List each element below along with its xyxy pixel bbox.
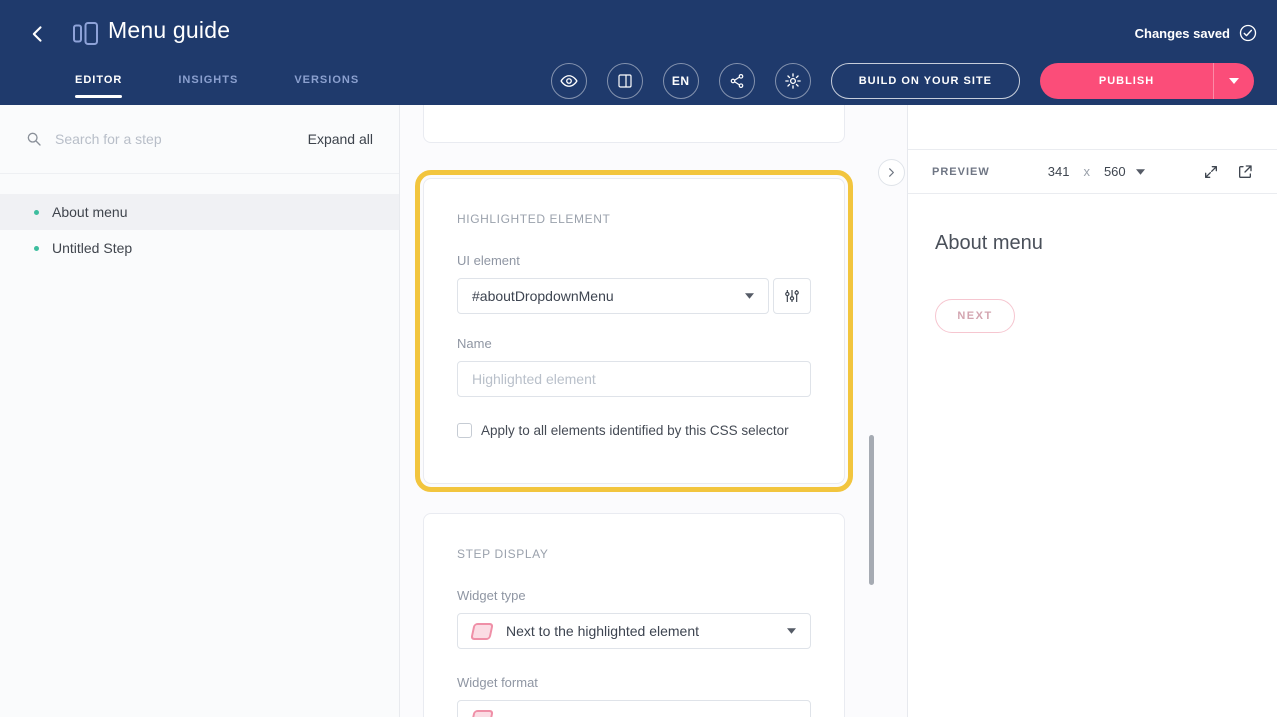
search-input[interactable] [55, 131, 308, 147]
sliders-icon [784, 288, 800, 304]
publish-dropdown-button[interactable] [1213, 63, 1254, 99]
publish-button[interactable]: PUBLISH [1040, 63, 1213, 99]
preview-panel: PREVIEW 341 x 560 [907, 105, 1277, 717]
chevron-down-icon [1229, 78, 1239, 84]
section-title: HIGHLIGHTED ELEMENT [457, 212, 811, 226]
preview-next-button[interactable]: NEXT [935, 299, 1015, 333]
ui-element-row: #aboutDropdownMenu [457, 278, 811, 314]
previous-settings-card [423, 105, 845, 143]
chevron-left-icon [28, 24, 48, 44]
viewport-width: 341 [1048, 164, 1070, 179]
widget-tooltip-icon [470, 623, 494, 640]
step-item-label: About menu [52, 204, 128, 220]
scrollbar-thumb[interactable] [869, 435, 874, 585]
language-label: EN [672, 74, 690, 88]
widget-type-label: Widget type [457, 588, 811, 603]
name-label: Name [457, 336, 811, 351]
gear-icon [784, 72, 802, 90]
tab-insights[interactable]: INSIGHTS [178, 74, 238, 86]
changes-saved-label: Changes saved [1135, 26, 1230, 41]
step-item-label: Untitled Step [52, 240, 132, 256]
header-tabs: EDITOR INSIGHTS VERSIONS [75, 74, 359, 86]
widget-type-value: Next to the highlighted element [506, 623, 773, 639]
apply-all-checkbox[interactable] [457, 423, 472, 438]
search-icon [26, 131, 42, 147]
tab-editor[interactable]: EDITOR [75, 74, 122, 86]
steps-list: About menu Untitled Step [0, 174, 399, 266]
layout-panel-icon [617, 73, 633, 89]
open-in-new-icon [1237, 164, 1253, 180]
guide-type-icon [72, 21, 99, 51]
ui-element-label: UI element [457, 253, 811, 268]
open-in-new-button[interactable] [1237, 164, 1253, 180]
step-item-untitled-step[interactable]: Untitled Step [0, 230, 399, 266]
apply-all-checkbox-row: Apply to all elements identified by this… [457, 423, 811, 438]
highlighted-element-card: HIGHLIGHTED ELEMENT UI element #aboutDro… [423, 178, 845, 484]
apply-all-label: Apply to all elements identified by this… [481, 423, 789, 438]
chevron-right-icon [886, 167, 897, 178]
ui-element-select[interactable]: #aboutDropdownMenu [457, 278, 769, 314]
chevron-down-icon [1136, 169, 1145, 175]
app-screen: Menu guide Changes saved EDITOR INSIGHTS… [0, 0, 1277, 717]
header-actions: EN BUILD ON YOUR SITE PUBLISH [551, 63, 1254, 99]
top-header: Menu guide Changes saved EDITOR INSIGHTS… [0, 0, 1277, 105]
editor-main: HIGHLIGHTED ELEMENT UI element #aboutDro… [401, 105, 907, 717]
preview-panel-title: PREVIEW [932, 166, 990, 178]
step-bullet-icon [34, 246, 39, 251]
widget-format-icon [470, 710, 494, 717]
fullscreen-button[interactable] [1203, 164, 1219, 180]
widget-format-label: Widget format [457, 675, 811, 690]
chevron-down-icon [787, 628, 796, 634]
preview-eye-button[interactable] [551, 63, 587, 99]
viewport-height: 560 [1104, 164, 1126, 179]
sidebar-search-row: Expand all [0, 105, 399, 174]
widget-type-select[interactable]: Next to the highlighted element [457, 613, 811, 649]
selector-settings-button[interactable] [773, 278, 811, 314]
eye-icon [560, 72, 578, 90]
widget-format-select[interactable] [457, 700, 811, 717]
step-display-card: STEP DISPLAY Widget type Next to the hig… [423, 513, 845, 717]
layout-button[interactable] [607, 63, 643, 99]
publish-button-group: PUBLISH [1040, 63, 1254, 99]
expand-icon [1203, 164, 1219, 180]
viewport-size-dropdown[interactable]: 341 x 560 [1048, 164, 1145, 179]
check-circle-icon [1239, 24, 1257, 42]
chevron-down-icon [745, 293, 754, 299]
changes-saved-status: Changes saved [1135, 24, 1257, 42]
preview-content: About menu NEXT [908, 194, 1277, 371]
settings-button[interactable] [775, 63, 811, 99]
page-title: Menu guide [108, 17, 230, 44]
element-name-input[interactable] [457, 361, 811, 397]
collapse-panel-button[interactable] [878, 159, 905, 186]
preview-tools [1203, 164, 1253, 180]
steps-sidebar: Expand all About menu Untitled Step [0, 105, 400, 717]
back-button[interactable] [24, 20, 52, 48]
step-item-about-menu[interactable]: About menu [0, 194, 399, 230]
step-bullet-icon [34, 210, 39, 215]
preview-step-title: About menu [935, 232, 1250, 255]
build-on-your-site-button[interactable]: BUILD ON YOUR SITE [831, 63, 1020, 99]
preview-header: PREVIEW 341 x 560 [908, 149, 1277, 194]
ui-element-value: #aboutDropdownMenu [472, 288, 745, 304]
viewport-size-separator: x [1083, 164, 1090, 179]
tab-versions[interactable]: VERSIONS [294, 74, 359, 86]
section-title: STEP DISPLAY [457, 547, 811, 561]
share-icon [729, 73, 745, 89]
language-button[interactable]: EN [663, 63, 699, 99]
share-button[interactable] [719, 63, 755, 99]
expand-all-link[interactable]: Expand all [308, 131, 373, 147]
